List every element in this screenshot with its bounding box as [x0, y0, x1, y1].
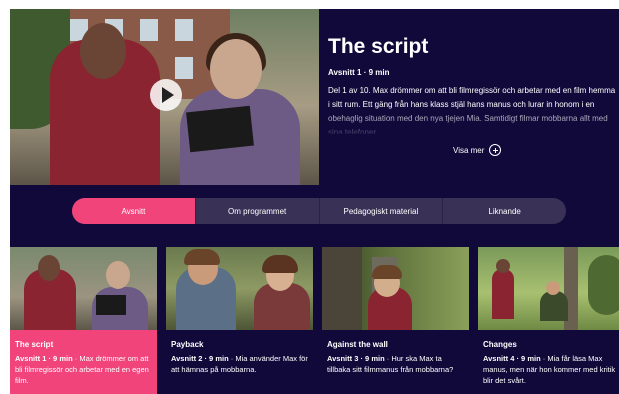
episode-description: Del 1 av 10. Max drömmer om att bli film… — [328, 86, 616, 134]
play-icon[interactable] — [150, 79, 182, 111]
tab-about[interactable]: Om programmet — [194, 198, 319, 224]
plus-circle-icon — [489, 144, 502, 156]
tab-bar: Avsnitt Om programmet Pedagogiskt materi… — [72, 198, 566, 224]
episode-meta: Avsnitt 4 · 9 min — [483, 354, 541, 363]
episode-title: Payback — [171, 340, 204, 349]
episode-meta: Avsnitt 3 · 9 min — [327, 354, 385, 363]
episode-title: Against the wall — [327, 340, 388, 349]
show-more-label: Visa mer — [453, 145, 485, 155]
episode-meta: Avsnitt 1 · 9 min — [15, 354, 73, 363]
episode-title: The script — [15, 340, 54, 349]
episode-thumbnail — [166, 247, 313, 330]
episode-card-2[interactable]: Payback Avsnitt 2 · 9 min · Mia använder… — [166, 247, 313, 394]
episode-meta: Avsnitt 2 · 9 min — [171, 354, 229, 363]
episode-title: The script — [328, 35, 429, 58]
episode-thumbnail — [10, 247, 157, 330]
app-frame: The script Avsnitt 1 · 9 min Del 1 av 10… — [10, 9, 619, 394]
episode-meta: Avsnitt 1 · 9 min — [328, 68, 390, 77]
tab-episodes[interactable]: Avsnitt — [72, 198, 195, 224]
episode-card-1[interactable]: The script Avsnitt 1 · 9 min · Max drömm… — [10, 247, 157, 394]
tab-teaching-material[interactable]: Pedagogiskt material — [318, 198, 443, 224]
episode-card-4[interactable]: Changes Avsnitt 4 · 9 min · Mia får läsa… — [478, 247, 619, 394]
episode-title: Changes — [483, 340, 517, 349]
show-more-button[interactable]: Visa mer — [453, 144, 502, 156]
episode-thumbnail — [478, 247, 619, 330]
tab-similar[interactable]: Liknande — [442, 198, 566, 224]
episode-card-3[interactable]: Against the wall Avsnitt 3 · 9 min · Hur… — [322, 247, 469, 394]
episode-thumbnail — [322, 247, 469, 330]
hero-video-thumbnail[interactable] — [10, 9, 319, 185]
